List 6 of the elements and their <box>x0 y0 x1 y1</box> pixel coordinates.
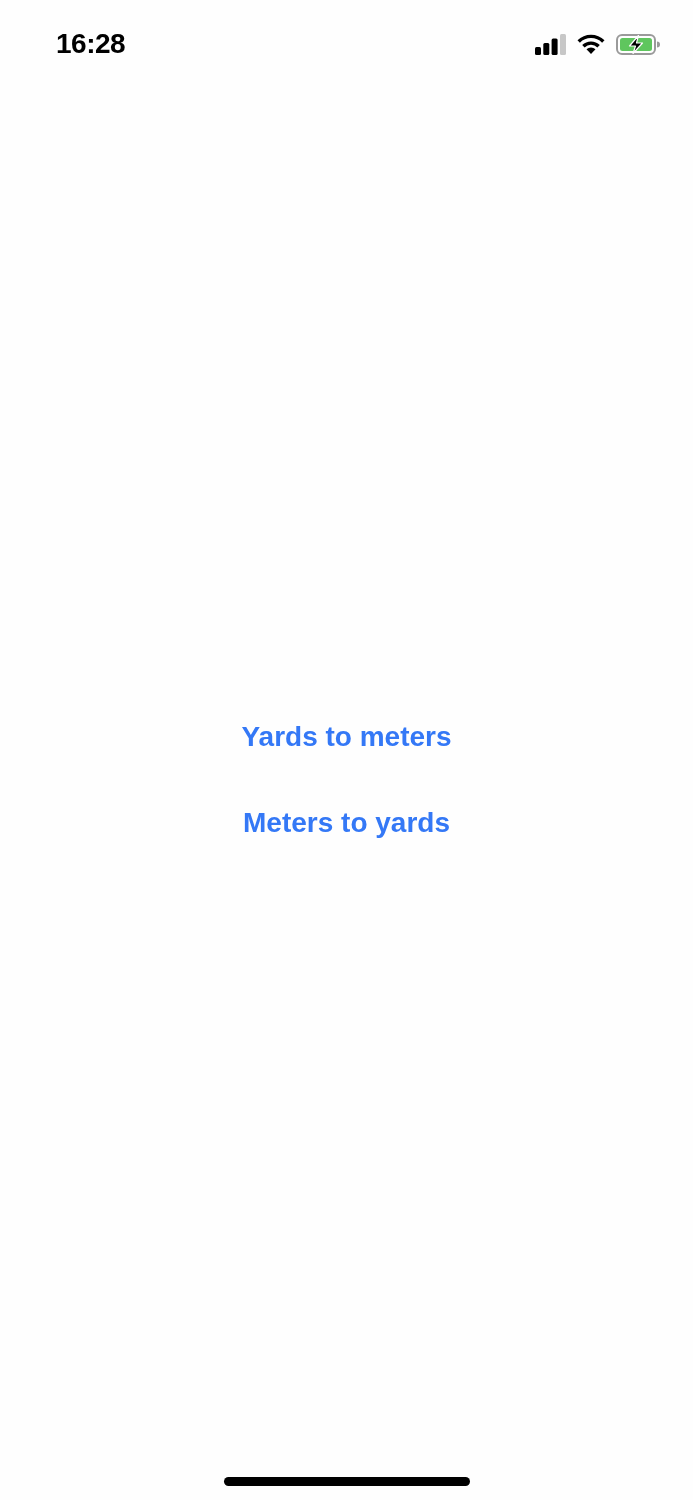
conversion-button[interactable]: Yards to meters <box>237 715 456 759</box>
signal-icon <box>535 33 566 55</box>
status-time: 16:28 <box>56 30 126 58</box>
battery-charging-icon <box>616 33 660 55</box>
wifi-icon <box>577 34 605 54</box>
conversion-button[interactable]: Meters to yards <box>239 801 454 845</box>
